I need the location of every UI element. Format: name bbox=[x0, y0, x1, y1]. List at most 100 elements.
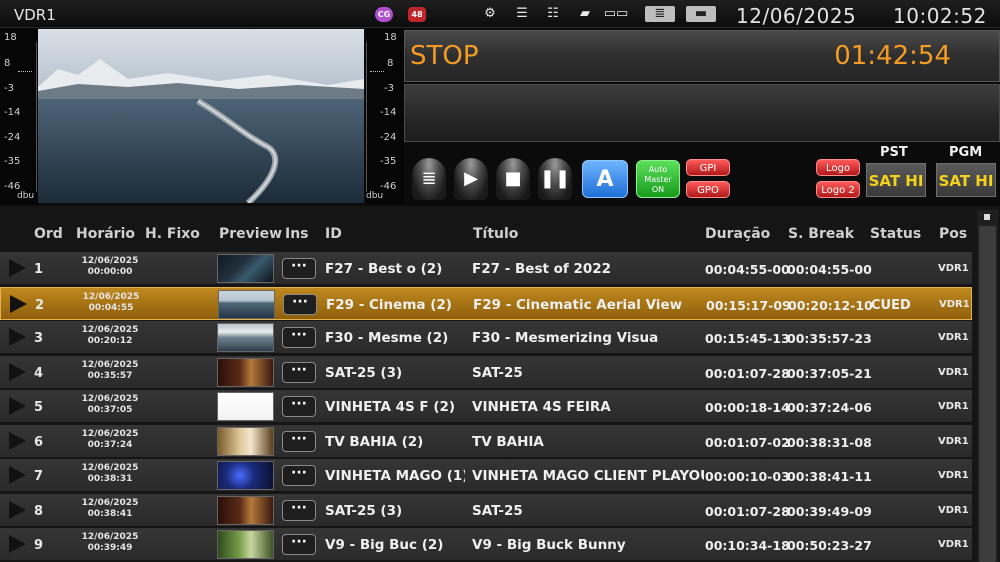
row-play-icon[interactable] bbox=[9, 500, 26, 519]
auto-master-state: ON bbox=[651, 185, 665, 194]
row-play-icon[interactable] bbox=[9, 397, 26, 415]
row-preview-thumbnail[interactable] bbox=[217, 461, 274, 490]
row-time: 00:37:24 bbox=[87, 439, 133, 450]
row-insert-button[interactable]: ··· bbox=[282, 361, 316, 383]
header-status[interactable]: Status bbox=[870, 226, 921, 242]
playlist-row[interactable]: 9 12/06/2025 00:39:49 ··· V9 - Big Buc (2) V9… bbox=[0, 528, 972, 561]
row-insert-button[interactable]: ··· bbox=[283, 293, 317, 315]
header-s-break[interactable]: S. Break bbox=[788, 226, 854, 242]
row-pos: VDR1 bbox=[938, 401, 969, 412]
row-schedule: 12/06/2025 00:04:55 bbox=[69, 292, 153, 314]
row-preview-thumbnail[interactable] bbox=[217, 392, 274, 421]
vu-scale-label: -35 bbox=[4, 156, 21, 167]
row-preview-thumbnail[interactable] bbox=[217, 254, 274, 283]
header-duracao[interactable]: Duração bbox=[705, 226, 770, 242]
playlist-row[interactable]: 5 12/06/2025 00:37:05 ··· VINHETA 4S F (2) VI… bbox=[0, 390, 972, 423]
header-h-fixo[interactable]: H. Fixo bbox=[145, 226, 200, 242]
row-play-icon[interactable] bbox=[9, 328, 26, 346]
row-s-break: 00:04:55-00 bbox=[787, 262, 872, 277]
row-pos: VDR1 bbox=[938, 470, 969, 481]
row-insert-button[interactable]: ··· bbox=[282, 327, 316, 348]
row-preview-thumbnail[interactable] bbox=[217, 495, 274, 525]
scroll-up-icon[interactable] bbox=[984, 214, 990, 220]
folder-icon[interactable]: ▰ bbox=[576, 6, 594, 22]
playlist-row[interactable]: 4 12/06/2025 00:35:57 ··· SAT-25 (3) SAT-25 00… bbox=[0, 355, 972, 389]
vu-level-marker bbox=[370, 71, 384, 72]
playlist-row[interactable]: 6 12/06/2025 00:37:24 ··· TV BAHIA (2) TV BAH… bbox=[0, 424, 972, 458]
row-preview-thumbnail[interactable] bbox=[218, 289, 275, 319]
row-s-break: 00:38:31-08 bbox=[787, 434, 872, 450]
row-insert-button[interactable]: ··· bbox=[282, 534, 316, 555]
scrollbar-thumb[interactable] bbox=[979, 226, 996, 562]
row-duration: 00:15:17-09 bbox=[706, 297, 791, 313]
row-play-icon[interactable] bbox=[9, 535, 26, 553]
row-play-icon[interactable] bbox=[10, 294, 27, 313]
row-preview-thumbnail[interactable] bbox=[217, 357, 274, 387]
row-ord: 2 bbox=[35, 297, 45, 313]
pgm-label: PGM bbox=[949, 145, 983, 160]
row-insert-button[interactable]: ··· bbox=[282, 396, 316, 417]
row-insert-button[interactable]: ··· bbox=[282, 465, 316, 486]
mode-a-button[interactable]: A bbox=[582, 160, 628, 198]
gpo-button[interactable]: GPO bbox=[686, 181, 730, 198]
header-id[interactable]: ID bbox=[325, 226, 342, 242]
current-date: 12/06/2025 bbox=[736, 4, 857, 28]
header-titulo[interactable]: Título bbox=[473, 226, 518, 242]
auto-master-button[interactable]: Auto Master ON bbox=[636, 160, 680, 198]
row-play-icon[interactable] bbox=[9, 259, 26, 277]
pause-button[interactable]: ❚❚ bbox=[538, 158, 572, 200]
row-play-icon[interactable] bbox=[9, 362, 26, 381]
pgm-output-display[interactable]: SAT HI bbox=[936, 163, 996, 197]
playback-status-panel: STOP 01:42:54 bbox=[404, 30, 1000, 82]
gpi-button[interactable]: GPI bbox=[686, 159, 730, 176]
header-horario[interactable]: Horário bbox=[76, 226, 135, 242]
header-pos[interactable]: Pos bbox=[939, 226, 967, 242]
preview-video[interactable] bbox=[38, 29, 364, 203]
row-s-break: 00:37:24-06 bbox=[787, 400, 872, 415]
header-ord[interactable]: Ord bbox=[34, 226, 63, 242]
row-insert-button[interactable]: ··· bbox=[282, 499, 316, 521]
row-id: F27 - Best o (2) bbox=[325, 261, 443, 277]
playlist-settings-icon[interactable]: ☷ bbox=[545, 6, 561, 22]
top-bar: VDR1 CG 48 ⚙ ☰ ☷ ▰ ▭▭ ≣ ▬ 12/06/2025 10:… bbox=[0, 0, 1000, 28]
audio-48-badge-icon[interactable]: 48 bbox=[408, 7, 426, 22]
vu-bar bbox=[366, 42, 367, 192]
row-play-icon[interactable] bbox=[9, 431, 26, 450]
pst-output-display[interactable]: SAT HI bbox=[866, 163, 926, 197]
monitor-config-icon[interactable]: ≣ bbox=[645, 6, 675, 22]
stop-button[interactable]: ■ bbox=[496, 158, 530, 200]
playlist-menu-button[interactable]: ≣ bbox=[412, 158, 446, 200]
playlist-row[interactable]: 7 12/06/2025 00:38:31 ··· VINHETA MAGO (1) VI… bbox=[0, 459, 972, 492]
settings-gear-icon[interactable]: ⚙ bbox=[482, 6, 498, 22]
playlist-scrollbar[interactable] bbox=[977, 210, 998, 562]
logo-2-button[interactable]: Logo 2 bbox=[816, 181, 860, 198]
row-insert-button[interactable]: ··· bbox=[282, 258, 316, 279]
row-preview-thumbnail[interactable] bbox=[217, 323, 274, 352]
playlist-row[interactable]: 3 12/06/2025 00:20:12 ··· F30 - Mesme (2) F30… bbox=[0, 321, 972, 354]
playlist-row[interactable]: 1 12/06/2025 00:00:00 ··· F27 - Best o (2) F2… bbox=[0, 252, 972, 285]
cg-badge-icon[interactable]: CG bbox=[375, 7, 393, 22]
preview-frame-image bbox=[38, 29, 364, 203]
row-ord: 1 bbox=[34, 262, 44, 277]
row-preview-thumbnail[interactable] bbox=[217, 426, 274, 456]
row-play-icon[interactable] bbox=[9, 466, 26, 484]
header-preview[interactable]: Preview bbox=[219, 226, 282, 242]
app-title: VDR1 bbox=[14, 6, 56, 24]
play-button[interactable]: ▶ bbox=[454, 158, 488, 200]
row-title: F29 - Cinematic Aerial View bbox=[473, 296, 683, 313]
row-date: 12/06/2025 bbox=[81, 359, 139, 370]
row-insert-button[interactable]: ··· bbox=[282, 430, 316, 452]
vu-scale-label: -3 bbox=[384, 83, 394, 94]
logo-button[interactable]: Logo bbox=[816, 159, 860, 176]
row-time: 00:39:49 bbox=[87, 543, 133, 553]
auto-master-label: Master bbox=[644, 175, 672, 184]
header-ins[interactable]: Ins bbox=[285, 226, 309, 242]
list-settings-icon[interactable]: ☰ bbox=[514, 6, 530, 22]
layout-toggle-icon[interactable]: ▭▭ bbox=[603, 6, 629, 22]
row-preview-thumbnail[interactable] bbox=[217, 530, 274, 559]
vu-bar bbox=[36, 42, 37, 192]
playlist-row[interactable]: 2 12/06/2025 00:04:55 ··· F29 - Cinema (2) F2… bbox=[0, 286, 972, 320]
playlist-row[interactable]: 8 12/06/2025 00:38:41 ··· SAT-25 (3) SAT-25 00… bbox=[0, 493, 972, 527]
row-schedule: 12/06/2025 00:38:41 bbox=[68, 498, 152, 520]
display-config-icon[interactable]: ▬ bbox=[686, 6, 716, 22]
